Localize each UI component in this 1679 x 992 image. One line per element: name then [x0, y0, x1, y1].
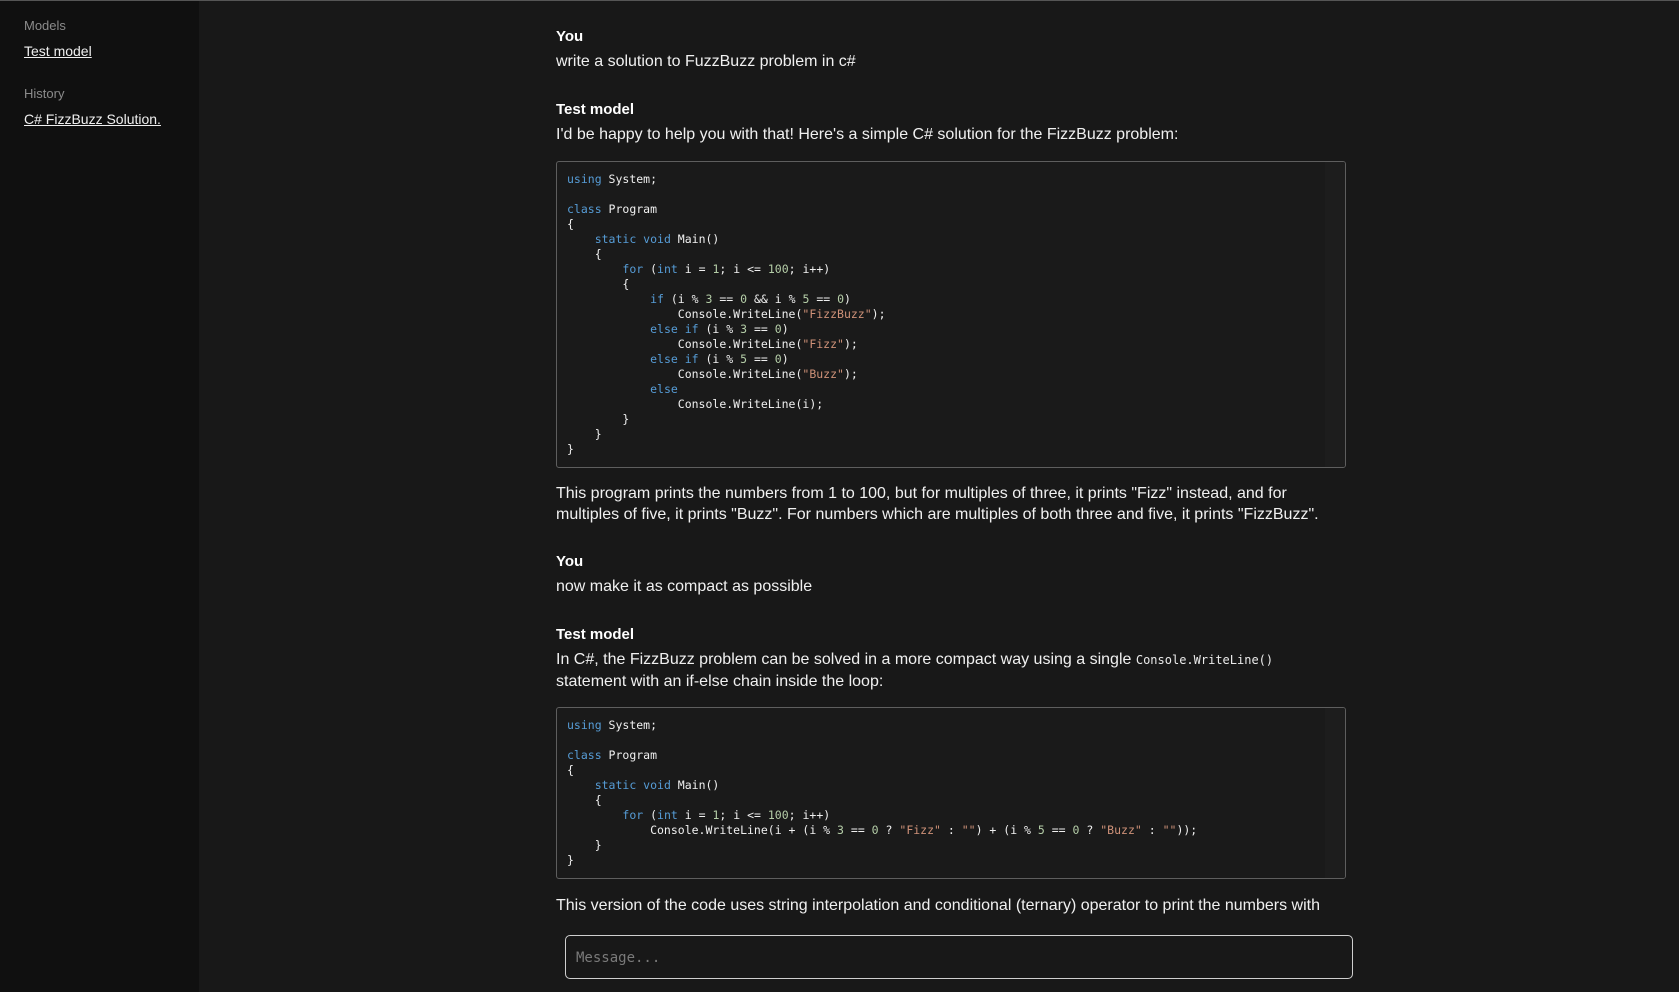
history-item-fizzbuzz[interactable]: C# FizzBuzz Solution.: [24, 110, 161, 128]
message-author: Test model: [556, 626, 635, 643]
message-input-box[interactable]: [565, 935, 1353, 980]
message-user-2: You now make it as compact as possible: [556, 552, 812, 597]
message-author: Test model: [556, 101, 635, 118]
message-author: You: [556, 553, 584, 570]
chat-area: You write a solution to FuzzBuzz problem…: [556, 0, 1348, 928]
message-text: In C#, the FizzBuzz problem can be solve…: [556, 651, 1274, 690]
models-heading: Models: [24, 18, 66, 33]
history-section: History C# FizzBuzz Solution.: [24, 86, 161, 128]
message-text: I'd be happy to help you with that! Here…: [556, 126, 1179, 143]
message-assistant-2: Test model In C#, the FizzBuzz problem c…: [556, 625, 1346, 692]
code-scrollbar[interactable]: [1325, 162, 1345, 467]
code-block-1[interactable]: using System; class Program { static voi…: [556, 161, 1346, 468]
code-scrollbar[interactable]: [1325, 708, 1345, 878]
code-content: using System; class Program { static voi…: [567, 718, 1198, 867]
message-author: You: [556, 28, 584, 45]
code-content: using System; class Program { static voi…: [567, 172, 886, 456]
history-heading: History: [24, 86, 65, 101]
model-link-test-model[interactable]: Test model: [24, 42, 92, 60]
models-section: Models Test model: [24, 18, 92, 60]
message-text: write a solution to FuzzBuzz problem in …: [556, 53, 856, 70]
message-text: This program prints the numbers from 1 t…: [556, 485, 1319, 523]
message-text: now make it as compact as possible: [556, 578, 813, 595]
sidebar: Models Test model History C# FizzBuzz So…: [0, 1, 199, 992]
message-user-1: You write a solution to FuzzBuzz problem…: [556, 27, 856, 72]
code-block-2[interactable]: using System; class Program { static voi…: [556, 707, 1346, 879]
message-input[interactable]: [574, 936, 1338, 980]
inline-code: Console.WriteLine(): [1135, 653, 1274, 667]
message-assistant-1: Test model I'd be happy to help you with…: [556, 100, 1346, 145]
input-backdrop: [556, 918, 1348, 932]
